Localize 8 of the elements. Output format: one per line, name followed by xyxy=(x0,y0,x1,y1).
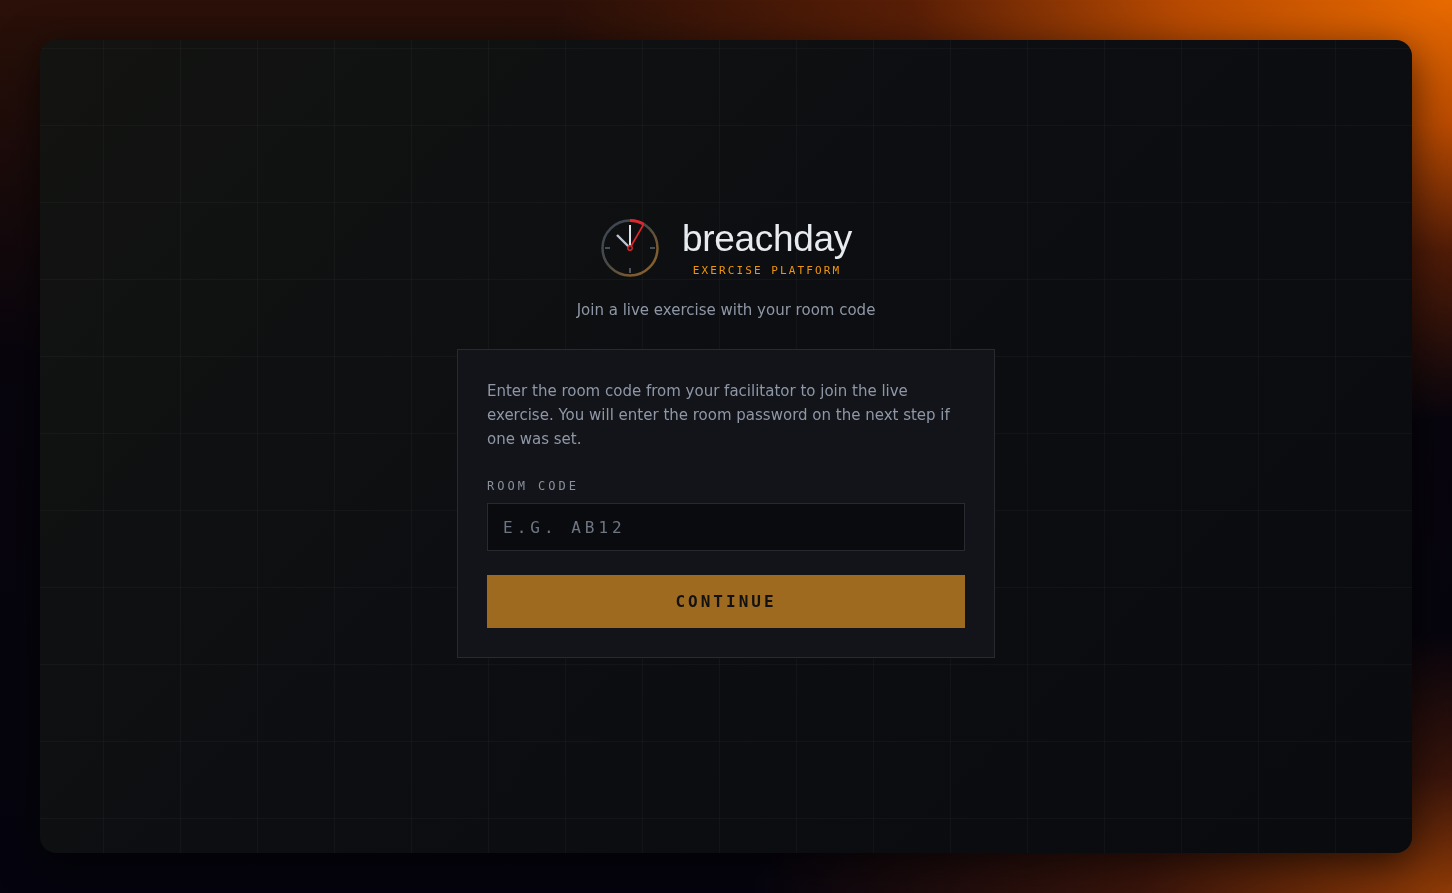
page-subtitle: Join a live exercise with your room code xyxy=(576,300,876,321)
room-code-input[interactable]: E.G. AB12 xyxy=(487,503,965,551)
field-label: ROOM CODE xyxy=(487,479,580,493)
card-description: Enter the room code from your facilitator to join the live exercise. You will enter the room password on the next step if one was set. xyxy=(487,381,951,450)
brand-tagline: EXERCISE PLATFORM xyxy=(692,263,842,278)
clock-icon xyxy=(599,218,660,278)
continue-button[interactable]: CONTINUE xyxy=(487,575,965,628)
brand-name: breachday xyxy=(681,218,853,259)
